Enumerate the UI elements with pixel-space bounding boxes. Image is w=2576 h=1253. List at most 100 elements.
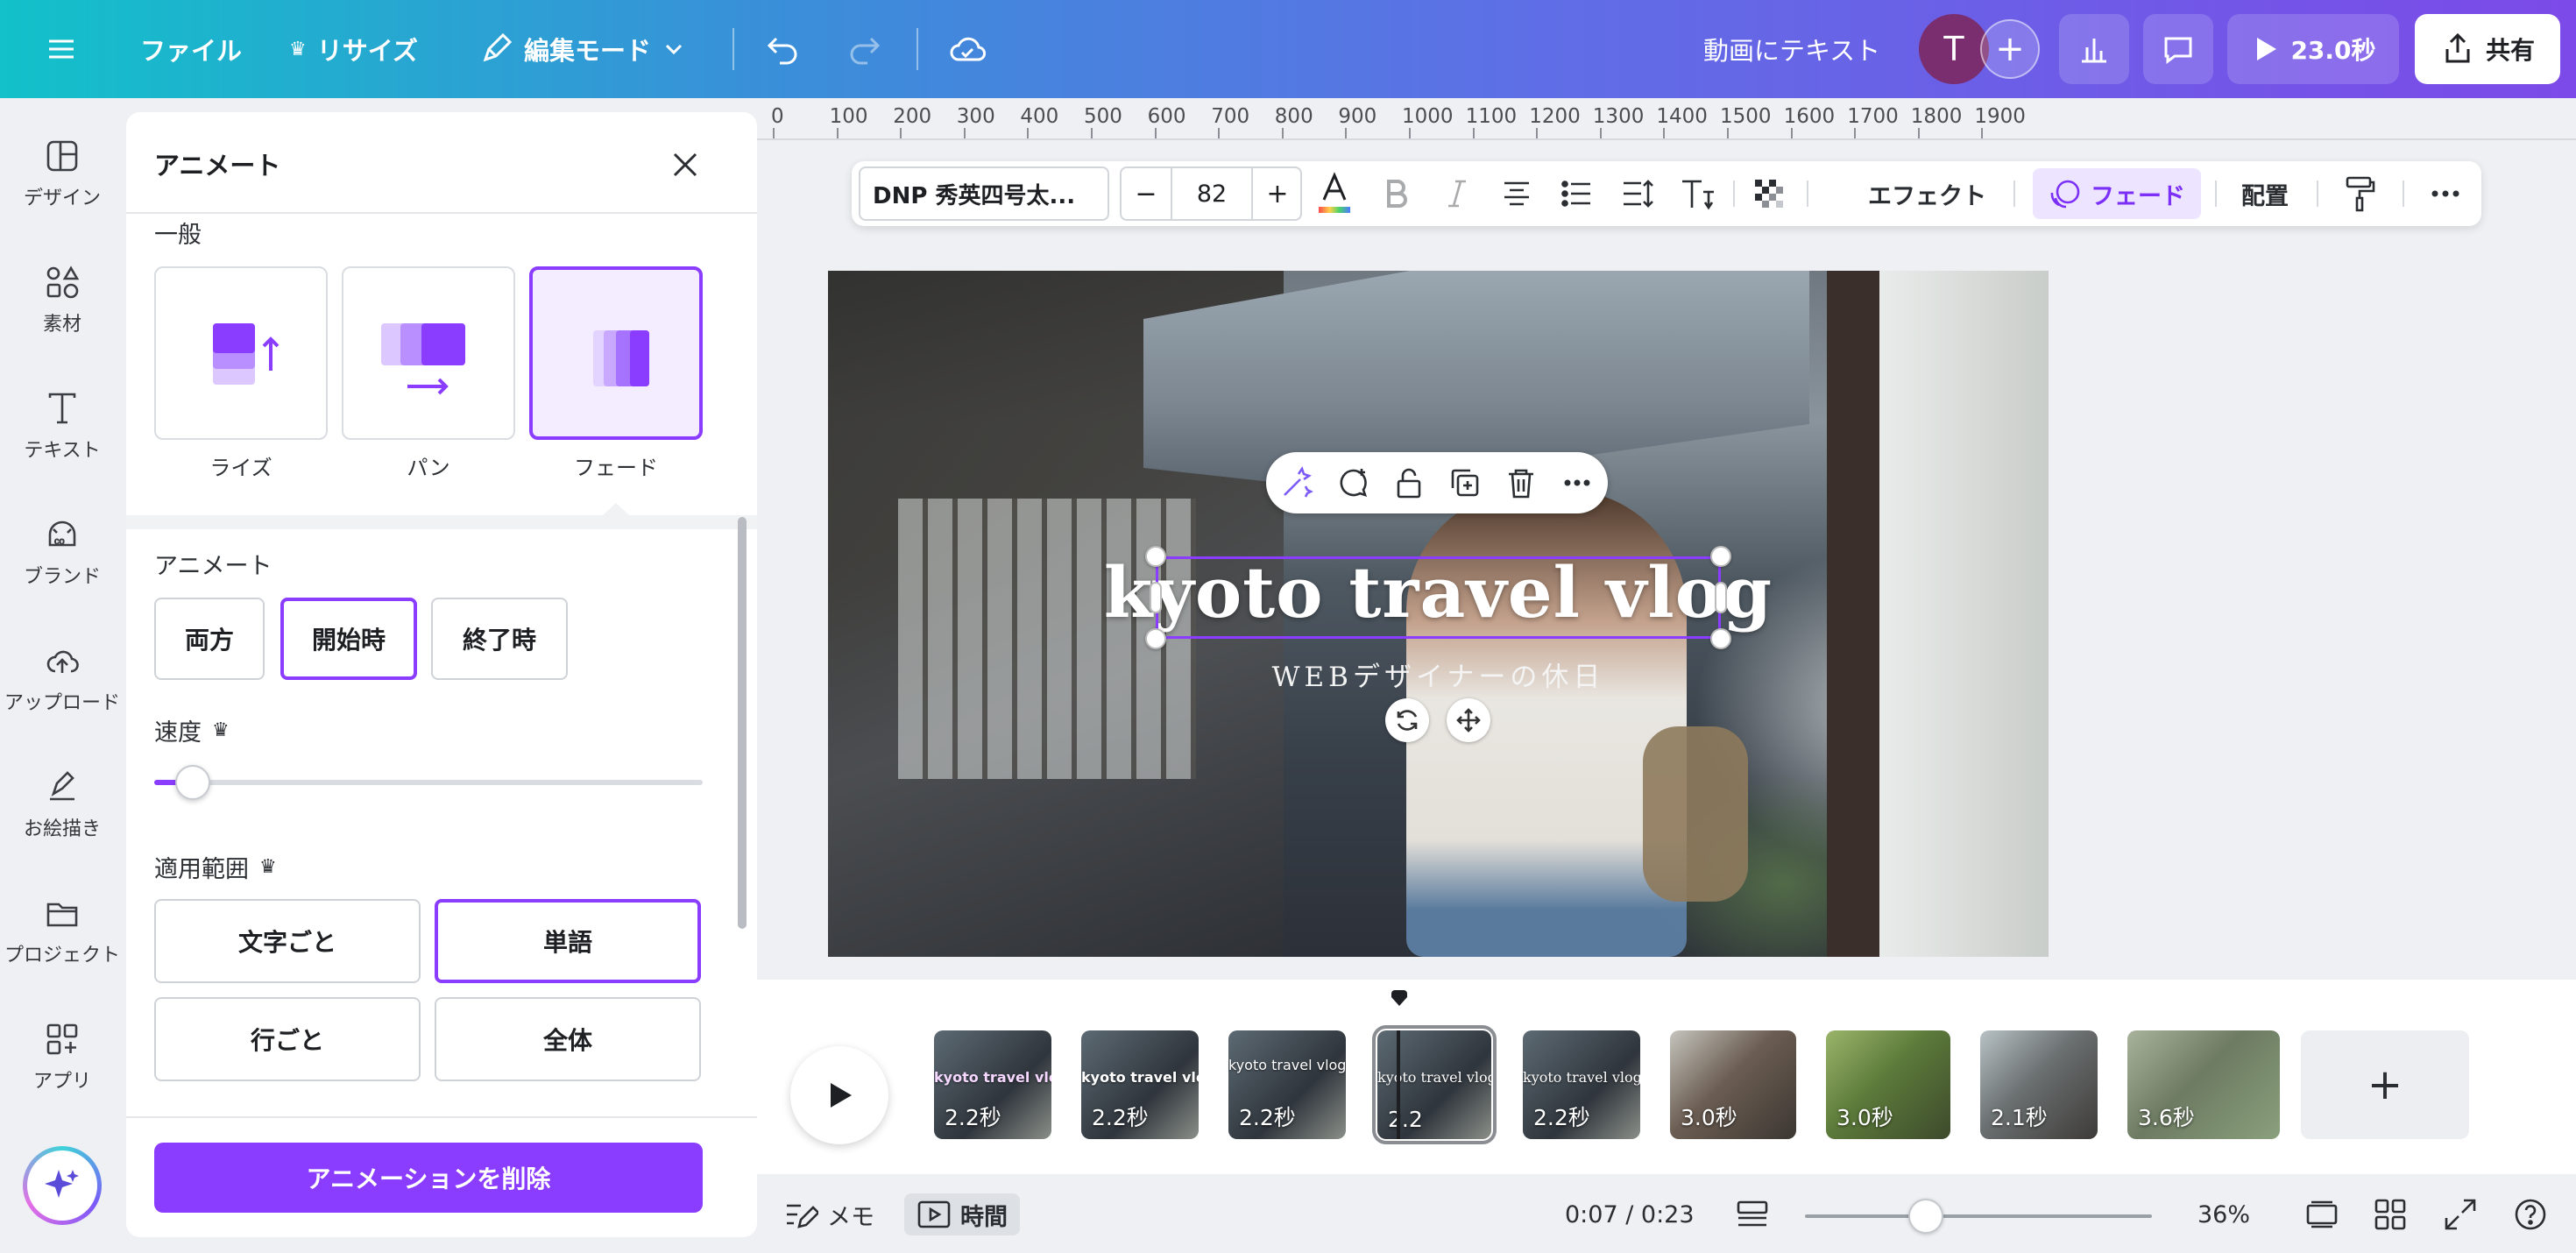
resize-menu[interactable]: ♛ リサイズ	[289, 0, 418, 98]
close-icon[interactable]	[661, 140, 710, 189]
animate-both-button[interactable]: 両方	[154, 598, 265, 680]
list-icon[interactable]	[1554, 172, 1598, 216]
notes-button[interactable]: メモ	[783, 1193, 874, 1235]
share-button[interactable]: 共有	[2415, 14, 2560, 84]
avatar[interactable]: T	[1919, 14, 1989, 84]
animate-button[interactable]: フェード	[2033, 168, 2201, 219]
playhead-icon[interactable]	[1390, 990, 1409, 1008]
align-center-icon[interactable]	[1495, 172, 1539, 216]
resize-handle-bottom-right[interactable]	[1710, 628, 1731, 649]
help-icon[interactable]	[2513, 1193, 2548, 1235]
timeline-clip[interactable]: 3.0秒	[1670, 1030, 1796, 1139]
grid-view-icon[interactable]	[2373, 1193, 2408, 1235]
file-menu[interactable]: ファイル	[140, 0, 242, 98]
increase-size-button[interactable]: +	[1253, 168, 1302, 219]
design-title[interactable]: 動画にテキスト	[1703, 0, 1880, 98]
scope-char-button[interactable]: 文字ごと	[154, 899, 421, 983]
scope-line-button[interactable]: 行ごと	[154, 997, 421, 1081]
add-collaborator-button[interactable]: +	[1980, 19, 2040, 79]
trash-icon[interactable]	[1501, 463, 1541, 503]
brand-icon: co	[48, 520, 76, 548]
effect-fade[interactable]	[529, 266, 703, 440]
font-family-select[interactable]: DNP 秀英四号太...	[859, 166, 1109, 221]
magic-button[interactable]	[23, 1146, 102, 1225]
effect-pan[interactable]	[342, 266, 515, 440]
scope-all-button[interactable]: 全体	[435, 997, 701, 1081]
subtitle-text-element[interactable]: WEBデザイナーの休日	[828, 655, 2049, 694]
zoom-slider-thumb[interactable]	[1908, 1199, 1943, 1234]
animate-exit-button[interactable]: 終了時	[431, 598, 568, 680]
rail-item-design[interactable]: デザイン	[0, 138, 124, 210]
resize-handle-right[interactable]	[1715, 582, 1727, 613]
timeline-clip[interactable]: kyoto travel vlog 2.2秒	[1228, 1030, 1346, 1139]
speed-slider[interactable]	[154, 765, 703, 800]
design-canvas[interactable]: kyoto travel vlog WEBデザイナーの休日	[828, 271, 2049, 957]
lock-icon[interactable]	[1389, 463, 1429, 503]
edit-mode-menu[interactable]: 編集モード	[478, 0, 686, 98]
rotate-icon[interactable]	[1385, 698, 1429, 742]
timeline-clip[interactable]: 3.6秒	[2127, 1030, 2280, 1139]
resize-handle-top-right[interactable]	[1710, 546, 1731, 567]
play-button[interactable]	[790, 1046, 888, 1144]
panel-scrollbar[interactable]	[738, 517, 747, 929]
timer-button[interactable]: 時間	[904, 1193, 1020, 1235]
timeline-clip[interactable]: kyoto travel vlog 2.2秒	[1523, 1030, 1640, 1139]
redo-icon[interactable]	[845, 0, 883, 98]
layout-toggle-icon[interactable]	[1735, 1193, 1770, 1235]
effects-button[interactable]: エフェクト	[1868, 161, 1986, 226]
timeline-clip[interactable]: kyoto travel vlog 2.2秒	[934, 1030, 1051, 1139]
text-color-icon[interactable]	[1313, 172, 1356, 216]
resize-handle-top-left[interactable]	[1145, 546, 1166, 567]
rail-item-elements[interactable]: 素材	[0, 265, 124, 336]
folder-icon	[46, 903, 78, 927]
rail-item-projects[interactable]: プロジェクト	[0, 896, 124, 967]
timeline-clip-selected[interactable]: kyoto travel vlog 2.2	[1372, 1025, 1497, 1144]
speed-slider-thumb[interactable]	[175, 765, 210, 800]
bold-icon[interactable]	[1374, 172, 1418, 216]
delete-animation-button[interactable]: アニメーションを削除	[154, 1143, 703, 1213]
zoom-level[interactable]: 36%	[2197, 1193, 2250, 1235]
text-transform-icon[interactable]	[1675, 172, 1719, 216]
pages-icon[interactable]	[2304, 1193, 2339, 1235]
timeline-clip[interactable]: 3.0秒	[1826, 1030, 1950, 1139]
font-size-input[interactable]: 82	[1171, 168, 1253, 219]
timeline-clip[interactable]: 2.1秒	[1980, 1030, 2098, 1139]
rail-item-apps[interactable]: アプリ	[0, 1022, 124, 1094]
move-icon[interactable]	[1447, 698, 1490, 742]
zoom-slider[interactable]	[1805, 1214, 2152, 1218]
animate-enter-button[interactable]: 開始時	[280, 598, 417, 680]
divider	[1733, 181, 1735, 207]
rail-label: デザイン	[23, 188, 101, 209]
scope-word-button[interactable]: 単語	[435, 899, 701, 983]
playhead[interactable]	[1397, 1030, 1400, 1139]
resize-handle-bottom-left[interactable]	[1145, 628, 1166, 649]
duplicate-icon[interactable]	[1445, 463, 1485, 503]
add-clip-button[interactable]: +	[2301, 1030, 2469, 1139]
add-comment-icon[interactable]	[1333, 463, 1373, 503]
rail-item-draw[interactable]: お絵描き	[0, 769, 124, 841]
undo-icon[interactable]	[764, 0, 803, 98]
present-button[interactable]: 23.0秒	[2227, 14, 2399, 84]
rail-item-text[interactable]: テキスト	[0, 391, 124, 463]
line-spacing-icon[interactable]	[1616, 172, 1660, 216]
rail-item-brand[interactable]: co ブランド	[0, 517, 124, 589]
rail-item-upload[interactable]: アップロード	[0, 643, 124, 715]
italic-icon[interactable]	[1435, 172, 1479, 216]
magic-edit-icon[interactable]	[1277, 463, 1317, 503]
effect-rise[interactable]	[154, 266, 328, 440]
comments-button[interactable]	[2143, 14, 2213, 84]
fullscreen-icon[interactable]	[2443, 1193, 2478, 1235]
resize-handle-left[interactable]	[1150, 582, 1162, 613]
position-button[interactable]: 配置	[2241, 161, 2289, 226]
cloud-sync-icon[interactable]	[946, 0, 988, 98]
more-icon[interactable]	[2424, 172, 2467, 216]
insights-button[interactable]	[2059, 14, 2129, 84]
more-icon[interactable]	[1557, 463, 1597, 503]
menu-icon[interactable]	[46, 0, 77, 98]
timeline-clip[interactable]: kyoto travel vlog 2.2秒	[1081, 1030, 1199, 1139]
comment-icon	[2164, 37, 2192, 64]
clip-title: kyoto travel vlog	[1228, 1057, 1346, 1073]
decrease-size-button[interactable]: −	[1122, 168, 1171, 219]
paint-roller-icon[interactable]	[2338, 172, 2381, 216]
transparency-icon[interactable]	[1747, 172, 1791, 216]
